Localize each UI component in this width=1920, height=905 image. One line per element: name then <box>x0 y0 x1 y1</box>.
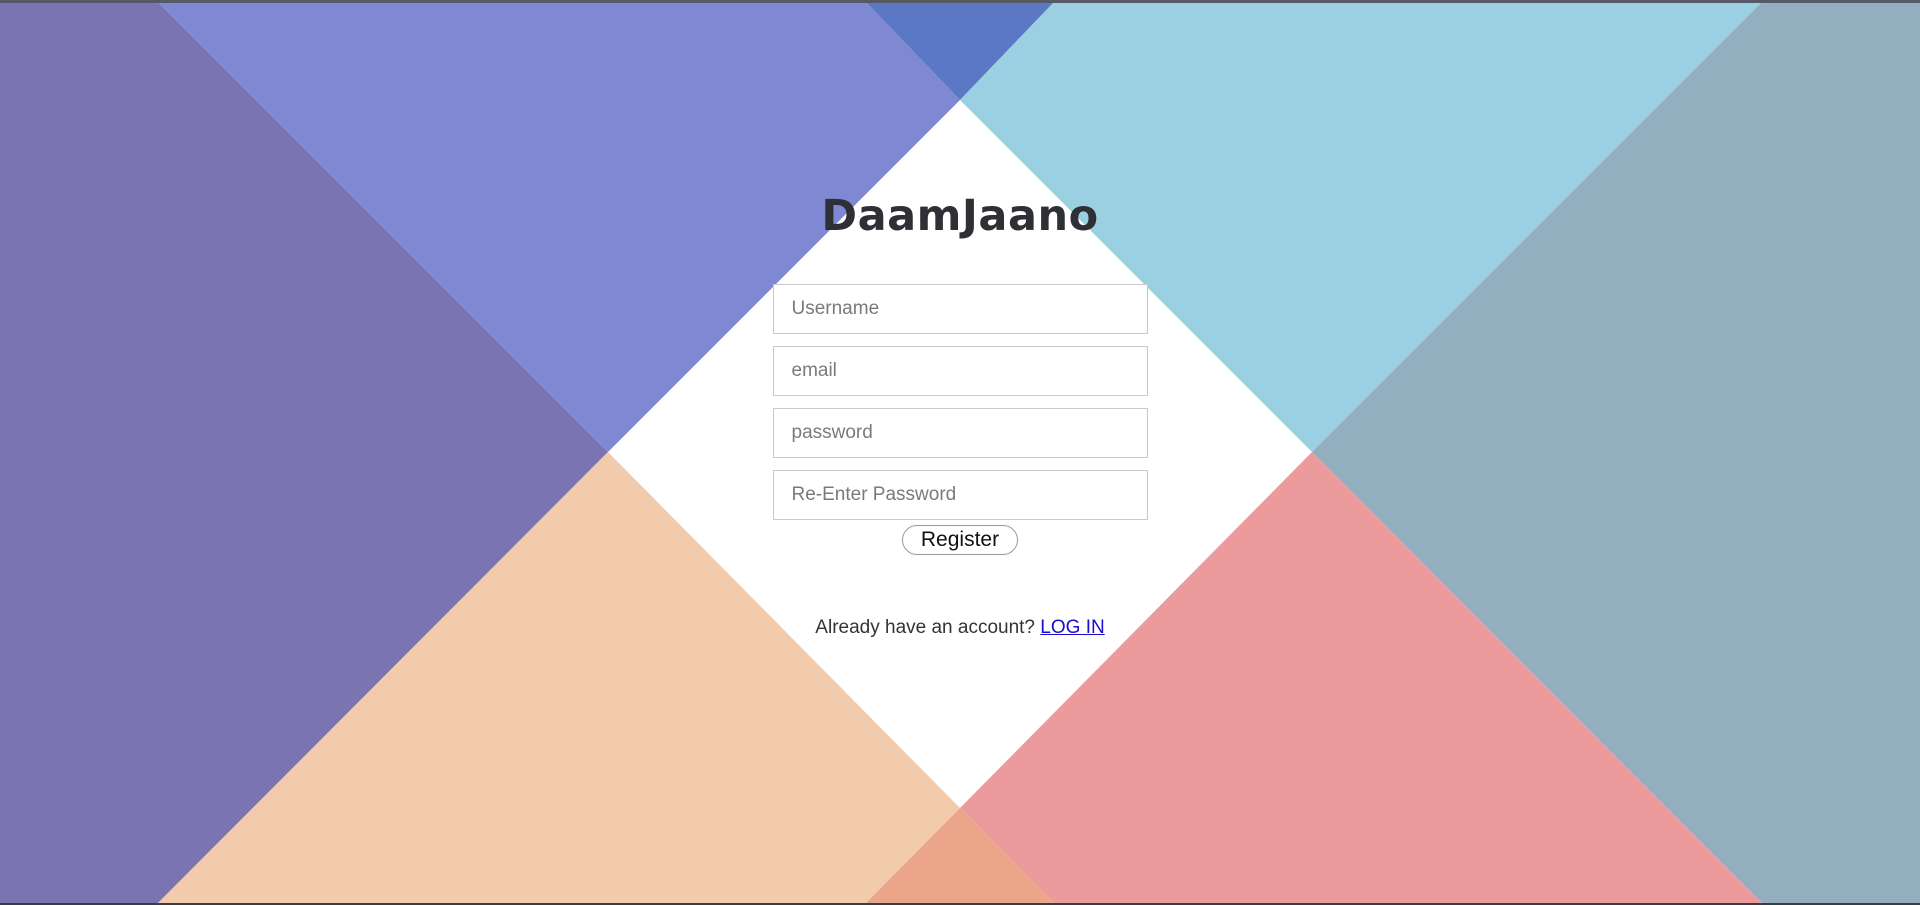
login-link[interactable]: LOG IN <box>1040 617 1104 638</box>
password-input[interactable] <box>772 408 1148 458</box>
email-input[interactable] <box>772 346 1148 396</box>
register-page: DaamJaano Register Already have an accou… <box>0 0 1920 905</box>
brand-title: DaamJaano <box>821 191 1099 241</box>
login-prompt-line: Already have an account? LOG IN <box>760 617 1160 639</box>
username-input[interactable] <box>772 284 1148 334</box>
register-form: DaamJaano Register Already have an accou… <box>760 190 1160 639</box>
login-prompt-text: Already have an account? <box>815 617 1036 638</box>
reenter-password-input[interactable] <box>772 470 1148 520</box>
register-button[interactable]: Register <box>901 525 1019 555</box>
top-border <box>0 0 1920 3</box>
